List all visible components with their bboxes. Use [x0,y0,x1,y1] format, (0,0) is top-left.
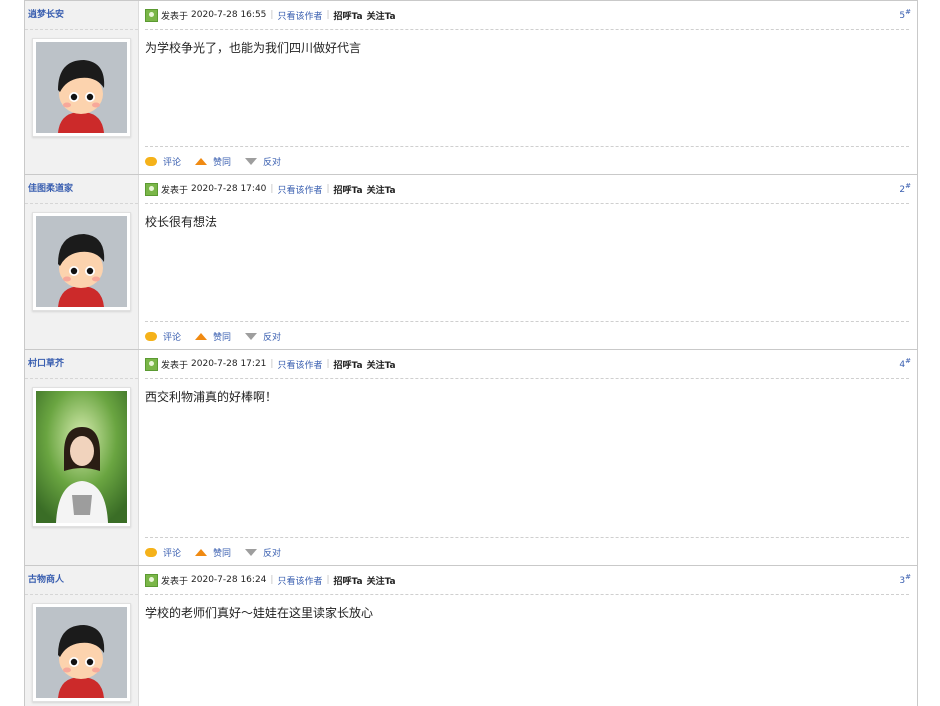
post-meta: 发表于 2020-7-28 17:40 | 只看该作者 | 招呼Ta 关注Ta [145,175,909,204]
thumb-down-icon [245,548,258,556]
divider: | [270,184,274,194]
only-author-link[interactable]: 只看该作者 [277,9,322,22]
post-meta: 发表于 2020-7-28 16:24 | 只看该作者 | 招呼Ta 关注Ta [145,566,909,595]
author-sidebar: 佳图柔道家 [25,175,139,349]
user-online-icon [145,182,158,196]
thumb-down-icon [245,157,258,165]
only-author-link[interactable]: 只看该作者 [277,183,322,196]
only-author-link[interactable]: 只看该作者 [277,358,322,371]
like-button[interactable]: 赞同 [195,546,231,559]
follow-link[interactable]: 关注Ta [367,358,396,371]
greet-link[interactable]: 招呼Ta [334,358,363,371]
only-author-link[interactable]: 只看该作者 [277,574,322,587]
post-date: 2020-7-28 17:40 [191,184,267,194]
post-date: 2020-7-28 16:55 [191,10,267,20]
user-online-icon [145,357,158,371]
post-main: 发表于 2020-7-28 16:55 | 只看该作者 | 招呼Ta 关注Ta … [139,1,917,174]
author-sidebar: 村口草芥 [25,350,139,565]
thread: 逍梦长安 发表于 2020-7-28 16:55 | 只看该作者 | 招呼Ta … [24,0,918,706]
posted-label: 发表于 [161,11,189,22]
post-content: 为学校争光了，也能为我们四川做好代言 [145,41,362,55]
thumb-up-icon [195,157,208,165]
thumb-down-icon [245,332,258,340]
author-name[interactable]: 逍梦长安 [25,1,138,30]
follow-link[interactable]: 关注Ta [367,9,396,22]
post-main: 发表于 2020-7-28 16:24 | 只看该作者 | 招呼Ta 关注Ta … [139,566,917,706]
comment-icon [145,547,157,557]
dislike-button[interactable]: 反对 [245,330,281,343]
author-name[interactable]: 村口草芥 [25,350,138,379]
greet-link[interactable]: 招呼Ta [334,574,363,587]
greet-link[interactable]: 招呼Ta [334,9,363,22]
author-name[interactable]: 佳图柔道家 [25,175,138,204]
dislike-button[interactable]: 反对 [245,546,281,559]
follow-link[interactable]: 关注Ta [367,574,396,587]
author-sidebar: 古物商人 [25,566,139,706]
post-actions: 评论 赞同 反对 [145,146,909,175]
divider: | [270,575,274,585]
divider: | [270,10,274,20]
floor-number[interactable]: 3# [899,573,911,586]
post: 古物商人 发表于 2020-7-28 16:24 | 只看该作者 | 招呼Ta … [24,565,918,706]
divider: | [326,10,330,20]
divider: | [326,359,330,369]
divider: | [326,184,330,194]
author-name[interactable]: 古物商人 [25,566,138,595]
post-meta: 发表于 2020-7-28 16:55 | 只看该作者 | 招呼Ta 关注Ta [145,1,909,30]
post: 佳图柔道家 发表于 2020-7-28 17:40 | 只看该作者 | 招呼Ta… [24,174,918,349]
comment-button[interactable]: 评论 [145,546,181,559]
avatar[interactable] [32,38,131,137]
greet-link[interactable]: 招呼Ta [334,183,363,196]
cartoon-avatar-icon [36,216,127,307]
post-meta: 发表于 2020-7-28 17:21 | 只看该作者 | 招呼Ta 关注Ta [145,350,909,379]
post: 逍梦长安 发表于 2020-7-28 16:55 | 只看该作者 | 招呼Ta … [24,0,918,174]
cartoon-avatar-icon [36,607,127,698]
divider: | [326,575,330,585]
comment-icon [145,156,157,166]
post-date: 2020-7-28 16:24 [191,575,267,585]
posted-label: 发表于 [161,360,189,371]
avatar[interactable] [32,603,131,702]
user-online-icon [145,573,158,587]
post: 村口草芥 发表于 2020-7-28 17:21 | 只看该作者 | 招呼Ta … [24,349,918,565]
post-content: 学校的老师们真好～娃娃在这里读家长放心 [145,606,374,620]
comment-button[interactable]: 评论 [145,330,181,343]
posted-label: 发表于 [161,576,189,587]
user-online-icon [145,8,158,22]
comment-icon [145,331,157,341]
post-main: 发表于 2020-7-28 17:40 | 只看该作者 | 招呼Ta 关注Ta … [139,175,917,349]
post-date: 2020-7-28 17:21 [191,359,267,369]
floor-number[interactable]: 2# [899,182,911,195]
comment-button[interactable]: 评论 [145,155,181,168]
floor-number[interactable]: 4# [899,357,911,370]
post-content: 校长很有想法 [145,215,218,229]
post-actions: 评论 赞同 反对 [145,321,909,350]
post-main: 发表于 2020-7-28 17:21 | 只看该作者 | 招呼Ta 关注Ta … [139,350,917,565]
floor-number[interactable]: 5# [899,8,911,21]
like-button[interactable]: 赞同 [195,155,231,168]
avatar[interactable] [32,387,131,527]
cartoon-avatar-icon [36,42,127,133]
avatar[interactable] [32,212,131,311]
dislike-button[interactable]: 反对 [245,155,281,168]
author-sidebar: 逍梦长安 [25,1,139,174]
thumb-up-icon [195,548,208,556]
photo-avatar-icon [36,391,127,523]
post-actions: 评论 赞同 反对 [145,537,909,566]
posted-label: 发表于 [161,185,189,196]
post-content: 西交利物浦真的好棒啊！ [145,390,278,404]
divider: | [270,359,274,369]
thumb-up-icon [195,332,208,340]
follow-link[interactable]: 关注Ta [367,183,396,196]
like-button[interactable]: 赞同 [195,330,231,343]
